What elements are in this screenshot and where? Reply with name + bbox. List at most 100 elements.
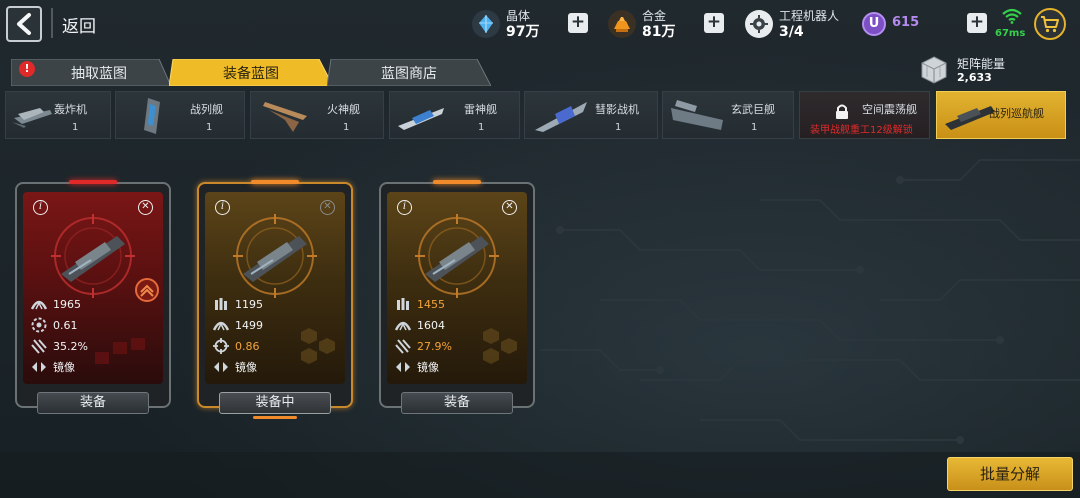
alloy-resource: 合金 81万	[608, 6, 675, 42]
tab-label: 蓝图商店	[381, 65, 437, 82]
ammo-icon	[215, 298, 227, 310]
tab-label: 装备蓝图	[223, 65, 279, 82]
bomber-ship-icon	[12, 108, 52, 128]
ship-count: 1	[343, 122, 350, 133]
close-button[interactable]: ✕	[502, 200, 517, 215]
ship-count: 1	[615, 122, 622, 133]
tab-draw-blueprint[interactable]: 抽取蓝图	[11, 59, 171, 86]
crystal-value: 97万	[506, 24, 540, 40]
back-label[interactable]: 返回	[62, 12, 96, 37]
stat-value: 镜像	[53, 361, 75, 374]
alloy-label: 合金	[642, 9, 667, 23]
ship-name: 轰炸机	[54, 103, 87, 116]
ship-count: 1	[751, 122, 758, 133]
ship-tab-battleship[interactable]: 战列舰 1	[115, 91, 245, 139]
robot-value: 3/4	[779, 24, 804, 40]
close-button[interactable]: ✕	[138, 200, 153, 215]
alert-badge: !	[19, 61, 35, 77]
tab-equip-blueprint[interactable]: 装备蓝图	[169, 59, 333, 86]
stat-value: 镜像	[235, 361, 257, 374]
chevron-left-icon	[17, 13, 31, 35]
stat-row: 镜像	[31, 359, 75, 375]
stat-value: 1455	[417, 297, 445, 311]
stat-row: 0.61	[31, 317, 78, 333]
crosshair-icon	[213, 338, 229, 354]
stat-row: 1965	[31, 296, 81, 312]
stat-row: 1499	[213, 317, 263, 333]
ship-tab-battlecruiser[interactable]: 战列巡航舰	[936, 91, 1066, 139]
robot-resource: 工程机器人 3/4	[745, 6, 839, 42]
ship-tab-xuanwu[interactable]: 玄武巨舰 1	[662, 91, 794, 139]
stat-row: 1455	[395, 296, 445, 312]
vulcan-ship-icon	[263, 102, 307, 132]
matrix-energy-label: 矩阵能量	[957, 57, 1006, 71]
accuracy-ring-icon	[31, 317, 47, 333]
ping-value: 67ms	[995, 28, 1026, 39]
back-button[interactable]	[6, 6, 42, 42]
ship-tab-thor[interactable]: 雷神舰 1	[389, 91, 520, 139]
add-crystal-button[interactable]: +	[568, 13, 588, 33]
add-alloy-button[interactable]: +	[704, 13, 724, 33]
crit-icon	[395, 339, 411, 354]
stat-value: 1499	[235, 318, 263, 332]
crit-icon	[31, 339, 47, 354]
stat-row: 镜像	[395, 359, 439, 375]
info-button[interactable]: i	[397, 200, 412, 215]
info-button[interactable]: i	[33, 200, 48, 215]
top-bar: 返回 晶体 97万 + 合金 81万 + 工程机器人 3/4 U 615 + 6…	[0, 0, 1080, 50]
robot-icon	[745, 10, 773, 38]
robot-label: 工程机器人	[779, 9, 840, 23]
status-led	[433, 180, 481, 184]
stat-row: 镜像	[213, 359, 257, 375]
premium-currency-value: 615	[892, 15, 920, 30]
ship-preview	[415, 214, 499, 302]
stat-row: 27.9%	[395, 338, 452, 354]
status-led	[69, 180, 117, 184]
equipped-button[interactable]: 装备中	[219, 392, 331, 414]
unlock-requirement: 装甲战舰重工12级解锁	[810, 125, 913, 136]
cart-icon	[1041, 16, 1059, 33]
tab-blueprint-shop[interactable]: 蓝图商店	[327, 59, 491, 86]
ship-type-strip: 轰炸机 1 战列舰 1 火神舰 1 雷神舰 1 彗影战机 1 玄武巨舰 1 空间…	[0, 91, 1080, 141]
stat-row: 1195	[213, 296, 263, 312]
mirror-icon	[214, 362, 228, 372]
stat-value: 1965	[53, 297, 81, 311]
shop-button[interactable]	[1034, 8, 1066, 40]
ship-name: 火神舰	[327, 103, 360, 116]
stat-row: 0.86	[213, 338, 260, 354]
add-premium-button[interactable]: +	[967, 13, 987, 33]
blueprint-card[interactable]: i ✕ 1965 0.61 35.2% 镜像 装备	[15, 180, 171, 414]
alloy-value: 81万	[642, 24, 676, 40]
stat-row: 1604	[395, 317, 445, 333]
tab-label: 抽取蓝图	[71, 65, 127, 82]
matrix-energy: 矩阵能量 2,633	[919, 54, 1069, 86]
crystal-resource: 晶体 97万	[472, 6, 539, 42]
batch-decompose-button[interactable]: 批量分解	[947, 457, 1073, 491]
comet-fighter-icon	[535, 102, 587, 132]
ship-tab-comet-fighter[interactable]: 彗影战机 1	[524, 91, 658, 139]
stat-value: 0.86	[235, 339, 260, 353]
ship-tab-vulcan[interactable]: 火神舰 1	[250, 91, 384, 139]
stat-row: 35.2%	[31, 338, 88, 354]
ship-preview	[233, 214, 317, 302]
info-button[interactable]: i	[215, 200, 230, 215]
blueprint-card[interactable]: i ✕ 1195 1499 0.86 镜像 装备中	[197, 180, 353, 419]
ship-count: 1	[206, 122, 213, 133]
status-led	[251, 180, 299, 184]
mirror-icon	[32, 362, 46, 372]
ammo-icon	[397, 298, 409, 310]
u-coin-icon: U	[862, 12, 886, 36]
equipped-indicator	[253, 416, 297, 419]
ship-preview	[51, 214, 135, 302]
blueprint-card[interactable]: i ✕ 1455 1604 27.9% 镜像 装备	[379, 180, 535, 414]
lock-icon	[830, 100, 848, 119]
equip-button[interactable]: 装备	[37, 392, 149, 414]
ship-count: 1	[478, 122, 485, 133]
close-button[interactable]: ✕	[320, 200, 335, 215]
ship-tab-bomber[interactable]: 轰炸机 1	[5, 91, 111, 139]
divider	[51, 8, 53, 38]
rank-chevron-icon	[135, 278, 159, 302]
xuanwu-ship-icon	[671, 100, 723, 130]
ship-tab-space-shock[interactable]: 空间震荡舰 装甲战舰重工12级解锁	[799, 91, 930, 139]
equip-button[interactable]: 装备	[401, 392, 513, 414]
